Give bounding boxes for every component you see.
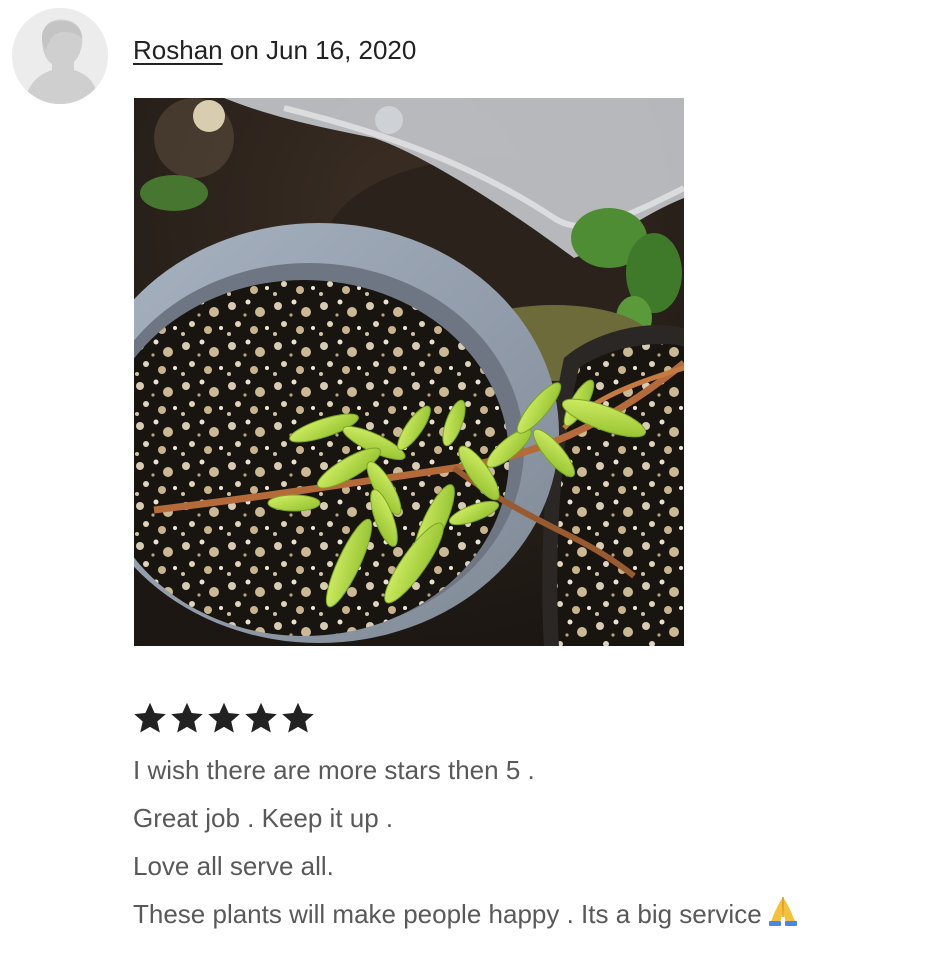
review-text: I wish there are more stars then 5 . Gre… [133,746,923,938]
review-text-line-last: These plants will make people happy . It… [133,890,923,938]
star-filled-icon [208,702,240,733]
star-filled-icon [282,702,314,733]
default-user-avatar-icon [12,8,108,104]
review-photo[interactable] [134,98,684,646]
review-date: on Jun 16, 2020 [229,35,417,65]
star-filled-icon [134,702,166,733]
review-text-line: These plants will make people happy . It… [133,899,762,929]
review-text-line: I wish there are more stars then 5 . [133,755,535,785]
star-rating [132,700,316,740]
review-text-line: Great job . Keep it up . [133,803,394,833]
review-photo-image [134,98,684,646]
reviewer-avatar[interactable] [12,8,108,104]
star-filled-icon [171,702,203,733]
review-text-line: Love all serve all. [133,851,334,881]
folded-hands-emoji-icon [768,897,797,926]
review-header: Roshan on Jun 16, 2020 [133,33,416,67]
star-filled-icon [245,702,277,733]
reviewer-name-link[interactable]: Roshan [133,35,223,65]
